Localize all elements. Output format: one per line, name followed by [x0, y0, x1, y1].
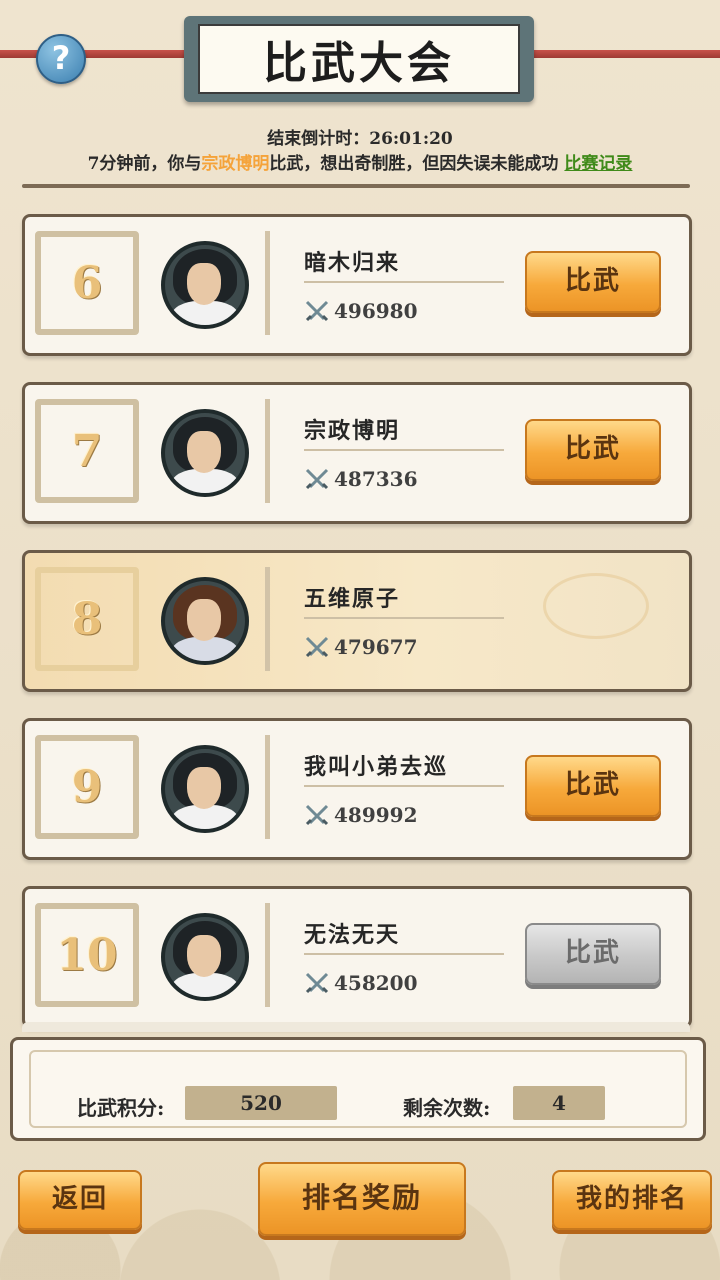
player-name: 无法无天 — [304, 923, 401, 948]
rank-rewards-button[interactable]: 排名奖励 — [258, 1162, 466, 1236]
avatar[interactable] — [161, 913, 249, 1001]
player-info: 五维原子 479677 — [265, 567, 520, 671]
player-name: 宗政博明 — [304, 419, 401, 444]
ranking-list: 6 暗木归来 496980 比武 7 宗政博明 487336 比武 8 五维原子… — [22, 214, 692, 1054]
ranking-card: 7 宗政博明 487336 比武 — [22, 382, 692, 524]
crossed-swords-icon — [305, 636, 329, 658]
points-value: 520 — [185, 1086, 337, 1120]
stats-panel: 比武积分: 520 剩余次数: 4 — [10, 1037, 706, 1141]
combat-power: 458200 — [304, 971, 418, 995]
ranking-card: 6 暗木归来 496980 比武 — [22, 214, 692, 356]
rank-number: 10 — [35, 903, 139, 1007]
combat-power: 496980 — [304, 299, 418, 323]
crossed-swords-icon — [305, 300, 329, 322]
ranking-card-self: 8 五维原子 479677 — [22, 550, 692, 692]
duel-button[interactable]: 比武 — [525, 419, 661, 481]
ranking-card: 10 无法无天 458200 比武 — [22, 886, 692, 1028]
notice-suffix: 比武，想出奇制胜，但因失误未能成功 — [269, 154, 559, 174]
combat-power: 489992 — [304, 803, 418, 827]
rank-number: 7 — [35, 399, 139, 503]
player-info: 暗木归来 496980 — [265, 231, 520, 335]
avatar[interactable] — [161, 745, 249, 833]
battle-notice: 7分钟前，你与宗政博明比武，想出奇制胜，但因失误未能成功 比赛记录 — [0, 149, 720, 174]
combat-power: 479677 — [304, 635, 418, 659]
crossed-swords-icon — [305, 804, 329, 826]
ranking-card: 9 我叫小弟去巡 489992 比武 — [22, 718, 692, 860]
avatar[interactable] — [161, 409, 249, 497]
help-button[interactable]: ? — [36, 34, 86, 84]
page-title: 比武大会 — [198, 24, 520, 94]
my-rank-button[interactable]: 我的排名 — [552, 1170, 712, 1230]
crossed-swords-icon — [305, 972, 329, 994]
player-info: 无法无天 458200 — [265, 903, 520, 1007]
player-name: 五维原子 — [304, 587, 401, 612]
combat-power-value: 458200 — [334, 971, 418, 995]
countdown-label: 结束倒计时： — [267, 129, 370, 149]
countdown: 结束倒计时：26:01:20 — [0, 124, 720, 149]
notice-prefix: 7分钟前，你与 — [87, 154, 202, 174]
cloud-decoration — [543, 573, 649, 639]
combat-power-value: 496980 — [334, 299, 418, 323]
points-label: 比武积分: — [77, 1096, 165, 1120]
rank-number: 9 — [35, 735, 139, 839]
rank-number: 8 — [35, 567, 139, 671]
player-info: 宗政博明 487336 — [265, 399, 520, 503]
countdown-value: 26:01:20 — [369, 129, 453, 149]
combat-power-value: 487336 — [334, 467, 418, 491]
remaining-label: 剩余次数: — [403, 1096, 491, 1120]
player-name: 我叫小弟去巡 — [304, 755, 449, 780]
match-record-link[interactable]: 比赛记录 — [564, 154, 632, 174]
rank-number: 6 — [35, 231, 139, 335]
remaining-value: 4 — [513, 1086, 605, 1120]
crossed-swords-icon — [305, 468, 329, 490]
combat-power-value: 479677 — [334, 635, 418, 659]
avatar[interactable] — [161, 577, 249, 665]
header-divider — [22, 184, 690, 188]
avatar[interactable] — [161, 241, 249, 329]
duel-button-disabled[interactable]: 比武 — [525, 923, 661, 985]
combat-power-value: 489992 — [334, 803, 418, 827]
combat-power: 487336 — [304, 467, 418, 491]
duel-button[interactable]: 比武 — [525, 251, 661, 313]
duel-button[interactable]: 比武 — [525, 755, 661, 817]
title-plaque: 比武大会 — [184, 16, 534, 102]
notice-opponent: 宗政博明 — [201, 154, 270, 174]
player-name: 暗木归来 — [304, 251, 401, 276]
next-card-peek — [22, 1022, 690, 1032]
player-info: 我叫小弟去巡 489992 — [265, 735, 520, 839]
back-button[interactable]: 返回 — [18, 1170, 142, 1230]
